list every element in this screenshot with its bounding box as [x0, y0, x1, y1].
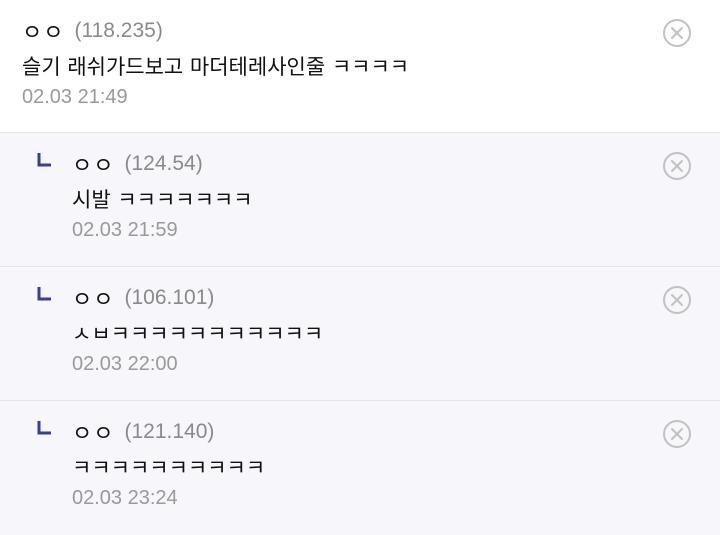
- comment-ip: (124.54): [124, 152, 203, 175]
- comment-ip: (118.235): [74, 19, 163, 42]
- comment-nickname[interactable]: ㅇㅇ: [72, 282, 114, 314]
- comment-ip: (121.140): [124, 420, 215, 443]
- comment-text: ㅋㅋㅋㅋㅋㅋㅋㅋㅋㅋ: [72, 456, 266, 480]
- close-circle-icon[interactable]: [662, 419, 692, 449]
- comment-text: 시발 ㅋㅋㅋㅋㅋㅋㅋ: [72, 188, 253, 212]
- comment-meta: ㅇㅇ (121.140): [72, 415, 720, 449]
- reply-arrow-icon: [37, 287, 51, 301]
- comment-text: ㅅㅂㅋㅋㅋㅋㅋㅋㅋㅋㅋㅋㅋ: [72, 322, 324, 346]
- reply-item: ㅇㅇ (124.54) 시발 ㅋㅋㅋㅋㅋㅋㅋ 02.03 21:59: [0, 133, 720, 267]
- close-circle-icon[interactable]: [662, 285, 692, 315]
- reply-arrow-icon: [37, 153, 51, 167]
- close-circle-icon[interactable]: [662, 151, 692, 181]
- comment-date: 02.03 21:49: [22, 86, 128, 108]
- comment-date: 02.03 23:24: [72, 487, 178, 509]
- reply-item: ㅇㅇ (106.101) ㅅㅂㅋㅋㅋㅋㅋㅋㅋㅋㅋㅋㅋ 02.03 22:00: [0, 267, 720, 401]
- comment-ip: (106.101): [124, 286, 215, 309]
- comment-meta: ㅇㅇ (106.101): [72, 281, 720, 315]
- reply-item: ㅇㅇ (121.140) ㅋㅋㅋㅋㅋㅋㅋㅋㅋㅋ 02.03 23:24: [0, 401, 720, 535]
- reply-arrow-icon: [37, 421, 51, 435]
- close-circle-icon[interactable]: [662, 18, 692, 48]
- comment-nickname[interactable]: ㅇㅇ: [22, 15, 64, 47]
- comment-nickname[interactable]: ㅇㅇ: [72, 416, 114, 448]
- comment-date: 02.03 22:00: [72, 353, 178, 375]
- comment-text: 슬기 래쉬가드보고 마더테레사인줄 ㅋㅋㅋㅋ: [22, 55, 410, 79]
- comment-list: ㅇㅇ (118.235) 슬기 래쉬가드보고 마더테레사인줄 ㅋㅋㅋㅋ 02.0…: [0, 0, 720, 535]
- comment-meta: ㅇㅇ (124.54): [72, 147, 720, 181]
- comment-meta: ㅇㅇ (118.235): [22, 14, 720, 48]
- comment-nickname[interactable]: ㅇㅇ: [72, 148, 114, 180]
- comment-date: 02.03 21:59: [72, 219, 178, 241]
- comment-item: ㅇㅇ (118.235) 슬기 래쉬가드보고 마더테레사인줄 ㅋㅋㅋㅋ 02.0…: [0, 0, 720, 133]
